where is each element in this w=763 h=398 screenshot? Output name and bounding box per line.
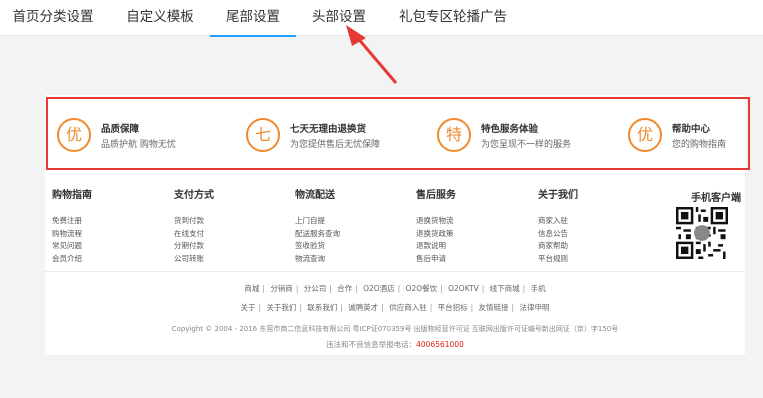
footer-nav-row-2: 关于 | 关于我们 | 联系我们 | 诚聘英才 | 供应商入驻 | 平台招标 | 友情链接 |…: [240, 303, 550, 312]
footer-nav-link[interactable]: O2OKTV: [448, 284, 479, 293]
footer-link[interactable]: 货到付款: [174, 215, 214, 228]
service-title: 品质保障: [101, 124, 140, 135]
footer-column-payment: 支付方式 货到付款 在线支付 分期付款 公司转账: [174, 189, 214, 265]
footer-column-about-us: 关于我们 商家入驻 信息公告 商家帮助 平台规则: [538, 189, 578, 265]
footer-link[interactable]: 平台规则: [538, 253, 578, 266]
hotline: 违法和不良信息举报电话：4006561000: [45, 339, 745, 350]
footer-link[interactable]: 物流查询: [295, 253, 340, 266]
footer-nav-link[interactable]: O2O餐饮: [406, 284, 438, 293]
footer-link[interactable]: 退款说明: [416, 240, 456, 253]
footer-nav-link[interactable]: 商城: [244, 284, 259, 293]
service-subtitle: 为您呈现不一样的服务: [481, 140, 572, 150]
footer-link[interactable]: 签收验货: [295, 240, 340, 253]
tab-header-settings[interactable]: 头部设置: [310, 0, 368, 36]
service-subtitle: 为您提供售后无忧保障: [290, 140, 381, 150]
footer-link[interactable]: 分期付款: [174, 240, 214, 253]
tab-home-category-settings[interactable]: 首页分类设置: [10, 0, 96, 36]
hotline-label: 违法和不良信息举报电话：: [326, 340, 417, 349]
footer-nav-row-1: 商城 | 分销商 | 分公司 | 合作 | O2O酒店 | O2O餐饮 | O2OKTV | …: [244, 284, 546, 293]
copyright-text: Copyight © 2004 - 2016 东莞市商二信息科技有限公司 粤IC…: [171, 325, 619, 333]
service-title: 帮助中心: [672, 124, 711, 135]
footer-nav-link[interactable]: 供应商入驻: [389, 303, 427, 312]
footer-nav-link[interactable]: 友情链接: [479, 303, 509, 312]
tab-gift-carousel-ads[interactable]: 礼包专区轮播广告: [396, 0, 510, 36]
special-icon: 特: [437, 118, 471, 152]
footer-link[interactable]: 配送服务查询: [295, 228, 340, 241]
seven-day-icon: 七: [246, 118, 280, 152]
footer-link[interactable]: 商家入驻: [538, 215, 578, 228]
footer-link[interactable]: 信息公告: [538, 228, 578, 241]
mobile-client-title: 手机客户端: [691, 193, 741, 204]
footer-nav-link[interactable]: 线下商城: [490, 284, 520, 293]
footer-nav-link[interactable]: 合作: [337, 284, 352, 293]
footer-link[interactable]: 购物流程: [52, 228, 92, 241]
column-title: 关于我们: [538, 190, 578, 201]
footer-nav-link[interactable]: 分公司: [304, 284, 327, 293]
column-title: 支付方式: [174, 190, 214, 201]
footer-nav-link[interactable]: 关于: [241, 303, 256, 312]
column-title: 售后服务: [416, 190, 456, 201]
footer-column-shopping-guide: 购物指南 免费注册 购物流程 常见问题 会员介绍: [52, 189, 92, 265]
footer-link[interactable]: 退换货物流: [416, 215, 456, 228]
footer-nav-link[interactable]: O2O酒店: [363, 284, 395, 293]
column-title: 购物指南: [52, 190, 92, 201]
hotline-number: 4006561000: [416, 340, 464, 349]
footer-nav-link[interactable]: 手机: [531, 284, 546, 293]
footer-nav-link[interactable]: 联系我们: [307, 303, 337, 312]
column-title: 物流配送: [295, 190, 335, 201]
tab-custom-template[interactable]: 自定义模板: [124, 0, 196, 36]
footer-nav-link[interactable]: 平台招标: [438, 303, 468, 312]
footer-column-after-sales: 售后服务 退换货物流 退换货政策 退款说明 售后申请: [416, 189, 456, 265]
footer-link[interactable]: 常见问题: [52, 240, 92, 253]
footer-link[interactable]: 免费注册: [52, 215, 92, 228]
footer-link[interactable]: 公司转账: [174, 253, 214, 266]
footer-nav-link[interactable]: 关于我们: [266, 303, 296, 312]
service-subtitle: 您的购物指南: [672, 140, 727, 150]
service-title: 特色服务体验: [481, 124, 539, 135]
footer-divider: [45, 271, 745, 272]
footer-link[interactable]: 在线支付: [174, 228, 214, 241]
footer-link[interactable]: 会员介绍: [52, 253, 92, 266]
service-guarantee-strip: 优 品质保障 品质护航 购物无忧 七 七天无理由退换货 为您提供售后无忧保障 特…: [46, 97, 750, 170]
tab-bar: 首页分类设置 自定义模板 尾部设置 头部设置 礼包专区轮播广告: [0, 0, 763, 37]
quality-icon: 优: [57, 118, 91, 152]
footer-column-logistics: 物流配送 上门自提 配送服务查询 签收验货 物流查询: [295, 189, 340, 265]
footer-nav-link[interactable]: 诚聘英才: [348, 303, 378, 312]
service-title: 七天无理由退换货: [290, 124, 367, 135]
footer-link[interactable]: 售后申请: [416, 253, 456, 266]
tab-footer-settings[interactable]: 尾部设置: [210, 0, 296, 37]
help-icon: 优: [628, 118, 662, 152]
service-subtitle: 品质护航 购物无忧: [101, 140, 176, 150]
qr-code-icon: [676, 207, 728, 259]
footer-link[interactable]: 商家帮助: [538, 240, 578, 253]
footer-link[interactable]: 退换货政策: [416, 228, 456, 241]
footer-nav-link[interactable]: 法律申明: [519, 303, 549, 312]
footer-link[interactable]: 上门自提: [295, 215, 340, 228]
footer-nav-link[interactable]: 分销商: [270, 284, 293, 293]
